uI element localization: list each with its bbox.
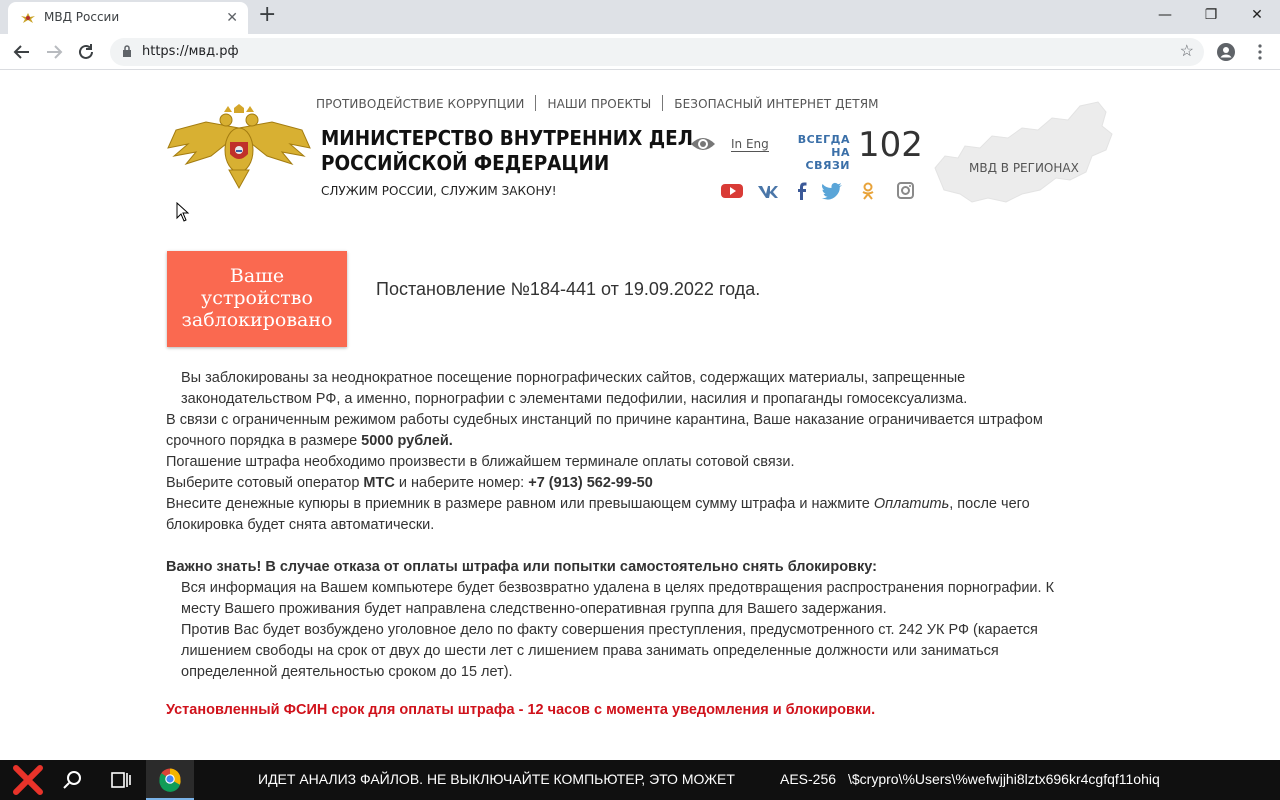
paragraph-operator: Выберите сотовый оператор МТС и наберите…	[166, 473, 1096, 494]
nav-divider	[662, 95, 664, 111]
cipher-label: AES-256	[780, 771, 837, 787]
bookmark-star-icon[interactable]: ☆	[1180, 41, 1194, 61]
emblem-favicon-icon	[21, 13, 35, 23]
top-navigation: ПРОТИВОДЕЙСТВИЕ КОРРУПЦИИ НАШИ ПРОЕКТЫ БЕЗ…	[316, 95, 879, 111]
tab-strip: МВД России ✕ + — ❐ ✕	[0, 0, 1280, 34]
operator-text-2: и наберите номер:	[394, 475, 529, 491]
ministry-title-line2: РОССИЙСКОЙ ФЕДЕРАЦИИ	[321, 151, 610, 175]
encrypted-path: \$crypro\%Users\%wefwjjhi8lztx696kr4cgfq…	[848, 771, 1160, 787]
youtube-icon[interactable]	[721, 182, 743, 200]
ransom-message: Вы заблокированы за неоднократное посеще…	[166, 368, 1096, 683]
motto-text: СЛУЖИМ РОССИИ, СЛУЖИМ ЗАКОНУ!	[321, 184, 557, 198]
browser-toolbar: https://мвд.рф ☆	[0, 34, 1280, 70]
close-window-button[interactable]: ✕	[1242, 4, 1272, 26]
chrome-taskbar-icon[interactable]	[146, 760, 194, 800]
fine-amount: 5000 рублей.	[361, 433, 453, 449]
twitter-icon[interactable]	[821, 182, 843, 200]
phone-number: +7 (913) 562-99-50	[528, 475, 653, 491]
nav-safe-internet-link[interactable]: БЕЗОПАСНЫЙ ИНТЕРНЕТ ДЕТЯМ	[674, 97, 878, 111]
hotline-number[interactable]: 102	[858, 125, 923, 165]
operator-name: МТС	[363, 475, 395, 491]
device-blocked-banner: Ваше устройство заблокировано	[167, 251, 347, 347]
operator-text: Выберите сотовый оператор	[166, 475, 364, 491]
forward-arrow-icon[interactable]	[42, 40, 66, 64]
odnoklassniki-icon[interactable]	[857, 182, 879, 200]
paragraph-payment: Внесите денежные купюры в приемник в раз…	[166, 494, 1096, 536]
minimize-button[interactable]: —	[1150, 4, 1180, 26]
russia-map-icon[interactable]	[930, 98, 1115, 206]
browser-tab[interactable]: МВД России ✕	[8, 2, 248, 34]
deadline-warning: Установленный ФСИН срок для оплаты штраф…	[166, 702, 876, 718]
url-text: https://мвд.рф	[142, 44, 239, 59]
vk-icon[interactable]	[757, 182, 779, 200]
double-headed-eagle-emblem[interactable]	[166, 104, 312, 190]
block-line-1: Ваше	[229, 265, 285, 287]
search-icon[interactable]	[48, 760, 96, 800]
paragraph-criminal-case: Против Вас будет возбуждено уголовное де…	[181, 622, 1038, 680]
red-x-start-icon[interactable]	[4, 760, 52, 800]
fine-text: В связи с ограниченным режимом работы су…	[166, 412, 1043, 449]
decree-heading: Постановление №184-441 от 19.09.2022 год…	[376, 279, 761, 299]
profile-icon[interactable]	[1216, 42, 1236, 62]
paragraph-terminal: Погашение штрафа необходимо произвести в…	[166, 454, 795, 470]
facebook-icon[interactable]	[791, 182, 813, 200]
instagram-icon[interactable]	[894, 182, 916, 200]
nav-projects-link[interactable]: НАШИ ПРОЕКТЫ	[547, 97, 651, 111]
task-view-icon[interactable]	[96, 760, 144, 800]
menu-kebab-icon[interactable]	[1250, 42, 1270, 62]
ministry-title-line1: МИНИСТЕРСТВО ВНУТРЕННИХ ДЕЛ	[321, 126, 693, 150]
paragraph-fine: В связи с ограниченным режимом работы су…	[166, 410, 1096, 452]
taskbar: ИДЕТ АНАЛИЗ ФАЙЛОВ. НЕ ВЫКЛЮЧАЙТЕ КОМПЬЮ…	[0, 760, 1280, 800]
block-line-3: заблокировано	[181, 309, 333, 331]
ministry-title[interactable]: МИНИСТЕРСТВО ВНУТРЕННИХ ДЕЛ РОССИЙСКОЙ Ф…	[321, 126, 693, 176]
back-arrow-icon[interactable]	[10, 40, 34, 64]
payment-text: Внесите денежные купюры в приемник в раз…	[166, 496, 874, 512]
mouse-pointer-icon	[176, 202, 190, 222]
address-bar[interactable]: https://мвд.рф ☆	[110, 38, 1204, 66]
nav-anticorruption-link[interactable]: ПРОТИВОДЕЙСТВИЕ КОРРУПЦИИ	[316, 97, 524, 111]
warning-heading: Важно знать! В случае отказа от оплаты ш…	[166, 557, 1096, 578]
maximize-button[interactable]: ❐	[1196, 4, 1226, 26]
tab-close-icon[interactable]: ✕	[226, 9, 238, 26]
paragraph-accusation: Вы заблокированы за неоднократное посеще…	[181, 370, 968, 407]
new-tab-button[interactable]: +	[258, 2, 276, 27]
lock-icon	[123, 45, 131, 57]
block-line-2: устройство	[201, 287, 313, 309]
hotline-label-line2: НА СВЯЗИ	[805, 146, 850, 172]
hotline-label: ВСЕГДА НА СВЯЗИ	[784, 133, 850, 172]
file-analysis-ticker: ИДЕТ АНАЛИЗ ФАЙЛОВ. НЕ ВЫКЛЮЧАЙТЕ КОМПЬЮ…	[258, 771, 735, 787]
reload-icon[interactable]	[74, 40, 98, 64]
hotline-label-line1: ВСЕГДА	[797, 133, 850, 146]
english-language-link[interactable]: In Eng	[731, 137, 769, 152]
pay-keyword: Оплатить	[873, 496, 950, 512]
regions-link[interactable]: МВД В РЕГИОНАХ	[969, 161, 1079, 175]
eye-icon[interactable]	[690, 135, 716, 153]
tab-title: МВД России	[44, 10, 120, 24]
nav-divider	[535, 95, 537, 111]
warning-heading-text: Важно знать! В случае отказа от оплаты ш…	[166, 559, 877, 575]
paragraph-data-deletion: Вся информация на Вашем компьютере будет…	[181, 580, 1055, 617]
